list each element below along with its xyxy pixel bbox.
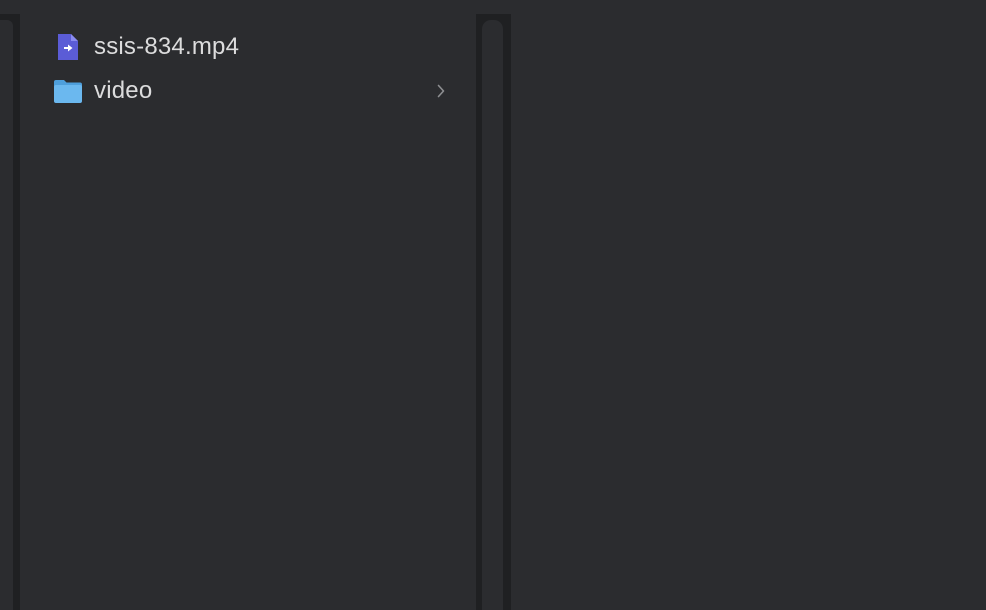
list-item-folder[interactable]: video <box>52 74 462 108</box>
list-item-file[interactable]: ssis-834.mp4 <box>52 30 462 64</box>
folder-icon <box>52 75 84 107</box>
video-file-icon <box>52 31 84 63</box>
empty-preview-pane <box>511 14 986 610</box>
chevron-right-icon[interactable] <box>434 83 448 99</box>
folder-name: video <box>94 77 153 104</box>
column-resize-track[interactable] <box>482 20 503 610</box>
finder-column-view: ssis-834.mp4 video <box>0 0 986 610</box>
top-strip <box>0 0 986 14</box>
file-name: ssis-834.mp4 <box>94 33 240 60</box>
left-scrollbar-track[interactable] <box>0 20 13 610</box>
